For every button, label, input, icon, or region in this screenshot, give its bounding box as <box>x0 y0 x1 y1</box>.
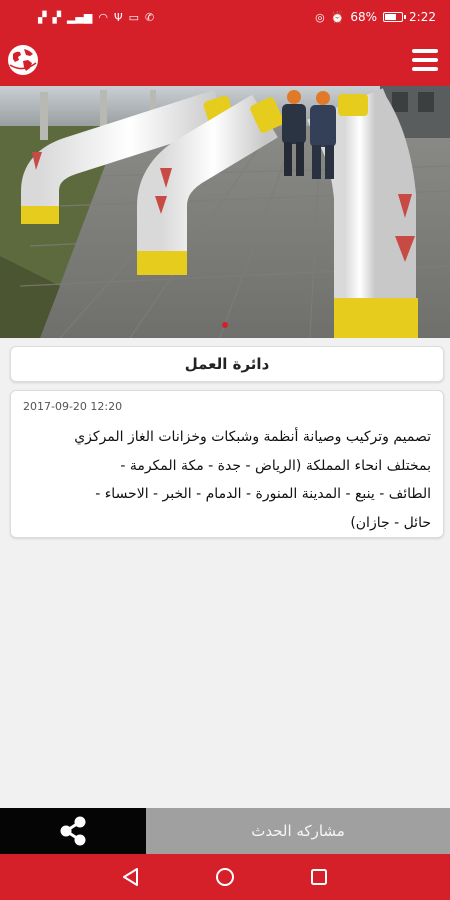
signal-icon: ▂▄▆ <box>66 10 93 24</box>
post-body-line: بمختلف انحاء المملكة (الرياض - جدة - مكة… <box>120 457 431 474</box>
post-body: تصميم وتركيب وصيانة أنظمة وشبكات وخزانات… <box>23 423 431 537</box>
post-title-card: دائرة العمل <box>10 346 444 382</box>
post-content-card: 2017-09-20 12:20 تصميم وتركيب وصيانة أنظ… <box>10 390 444 538</box>
app-bar <box>0 34 450 86</box>
notification-icon: ▞ <box>52 10 61 24</box>
post-body-line: تصميم وتركيب وصيانة أنظمة وشبكات وخزانات… <box>74 429 431 445</box>
menu-line <box>412 58 438 62</box>
back-triangle-icon[interactable] <box>119 865 143 889</box>
globe-logo-icon[interactable] <box>6 43 40 77</box>
usb-icon: Ψ <box>113 10 123 24</box>
battery-level-fill <box>385 14 396 20</box>
share-icon-button[interactable] <box>0 808 146 854</box>
post-title: دائرة العمل <box>184 355 270 373</box>
battery-percent: 68% <box>350 10 378 24</box>
clock: 2:22 <box>409 10 436 24</box>
menu-line <box>412 49 438 53</box>
alarm-icon: ⏰ <box>330 10 345 24</box>
recents-square-icon[interactable] <box>307 865 331 889</box>
menu-line <box>412 67 438 71</box>
share-event-label: مشاركه الحدث <box>251 822 345 840</box>
share-icon <box>60 816 86 846</box>
bottom-action-bar: مشاركه الحدث <box>0 808 450 854</box>
battery-icon <box>383 12 407 22</box>
status-left-icons: ▞ ▞ ▂▄▆ ◠ Ψ ▭ ✆ <box>38 12 154 23</box>
status-bar: ▞ ▞ ▂▄▆ ◠ Ψ ▭ ✆ ◎ ⏰ 68% 2:22 <box>0 0 450 34</box>
home-circle-icon[interactable] <box>213 865 237 889</box>
slider-pager-dot[interactable] <box>222 322 228 328</box>
hero-image-slider[interactable] <box>0 86 450 338</box>
status-right-icons: ◎ ⏰ 68% 2:22 <box>315 10 436 24</box>
hamburger-menu-icon[interactable] <box>412 49 438 71</box>
post-body-line: حائل - جازان) <box>350 514 431 531</box>
system-nav-bar <box>0 854 450 900</box>
phone-icon: ✆ <box>145 10 155 24</box>
wifi-off-icon: ◠ <box>98 10 108 24</box>
post-body-line: الطائف - ينبع - المدينة المنورة - الدمام… <box>95 486 431 502</box>
headphones-icon: ◎ <box>315 10 325 24</box>
share-event-button[interactable]: مشاركه الحدث <box>146 808 450 854</box>
notification-icon: ▞ <box>38 10 47 24</box>
laptop-icon: ▭ <box>128 10 140 24</box>
pipeline-photo <box>0 86 450 338</box>
post-date: 2017-09-20 12:20 <box>23 400 123 413</box>
